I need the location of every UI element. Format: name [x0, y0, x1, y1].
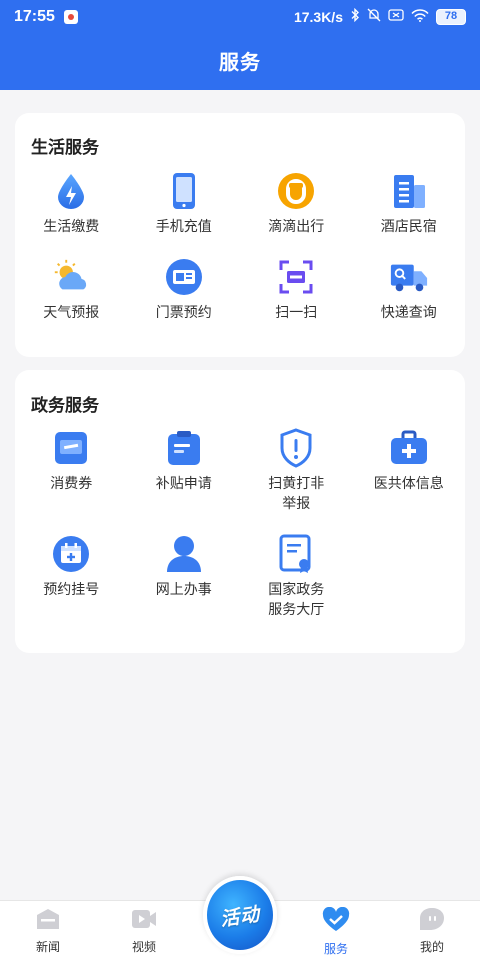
notification-app-icon [64, 10, 78, 24]
tab-label: 我的 [419, 940, 444, 954]
bluetooth-icon [350, 7, 360, 25]
delivery-truck-icon [389, 257, 429, 297]
service-label: 补贴申请 [155, 476, 212, 492]
service-coupon[interactable]: 消费券 [15, 428, 128, 534]
gov-services-grid: 消费券 补贴申请 扫黄打非 举报 医共体信息 预约挂号 网上办事 国家政务 服务… [15, 428, 465, 640]
medical-kit-icon [389, 428, 429, 468]
tab-label: 服务 [323, 942, 348, 956]
activity-center-button[interactable]: 活动 [203, 876, 277, 954]
service-label: 扫一扫 [275, 305, 318, 321]
header-bar: 17:55 17.3K/s 78 服务 [0, 0, 480, 90]
video-icon [131, 907, 157, 935]
water-drop-bolt-icon [51, 171, 91, 211]
service-label: 预约挂号 [43, 582, 100, 598]
status-time: 17:55 [14, 8, 55, 25]
network-speed: 17.3K/s [293, 8, 343, 25]
page-title: 服务 [219, 50, 261, 74]
news-icon [35, 907, 61, 935]
service-label: 手机充值 [155, 219, 212, 235]
tab-video[interactable]: 视频 [112, 907, 176, 955]
scan-icon [276, 257, 316, 297]
status-bar: 17:55 17.3K/s 78 [0, 0, 480, 34]
service-ticket[interactable]: 门票预约 [128, 257, 241, 343]
section-title-life: 生活服务 [31, 138, 99, 158]
service-life-payment[interactable]: 生活缴费 [15, 171, 128, 257]
service-weather[interactable]: 天气预报 [15, 257, 128, 343]
service-phone-recharge[interactable]: 手机充值 [128, 171, 241, 257]
wifi-icon [411, 8, 429, 25]
sim-off-icon [388, 9, 404, 24]
label-line: 服务大厅 [268, 602, 325, 618]
service-label: 医共体信息 [373, 476, 444, 492]
label-line: 国家政务 [268, 582, 325, 598]
service-label: 扫黄打非 举报 [256, 474, 336, 514]
service-hotel[interactable]: 酒店民宿 [353, 171, 466, 257]
shield-alert-icon [276, 428, 316, 468]
coupon-icon [51, 428, 91, 468]
service-label: 酒店民宿 [380, 219, 437, 235]
profile-icon [419, 907, 445, 935]
service-label: 网上办事 [155, 582, 212, 598]
service-report[interactable]: 扫黄打非 举报 [240, 428, 353, 534]
service-label: 天气预报 [43, 305, 100, 321]
service-online-affairs[interactable]: 网上办事 [128, 534, 241, 640]
service-label: 消费券 [50, 476, 93, 492]
weather-icon [51, 257, 91, 297]
clipboard-icon [164, 428, 204, 468]
service-label: 快递查询 [380, 305, 437, 321]
tab-mine[interactable]: 我的 [400, 907, 464, 955]
calendar-plus-icon [51, 534, 91, 574]
label-line: 扫黄打非 [268, 476, 325, 492]
hotel-building-icon [389, 171, 429, 211]
heart-check-icon [322, 906, 350, 937]
phone-icon [164, 171, 204, 211]
tab-services[interactable]: 服务 [304, 906, 368, 957]
service-scan[interactable]: 扫一扫 [240, 257, 353, 343]
service-subsidy[interactable]: 补贴申请 [128, 428, 241, 534]
section-title-gov: 政务服务 [31, 396, 99, 416]
ticket-icon [164, 257, 204, 297]
user-icon [164, 534, 204, 574]
didi-icon [276, 171, 316, 211]
mute-bell-icon [367, 8, 381, 25]
life-services-card: 生活服务 生活缴费 手机充值 滴滴出行 酒店民宿 天气预报 门票预约 扫一扫 快… [15, 113, 465, 357]
battery-indicator: 78 [436, 8, 466, 25]
tab-news[interactable]: 新闻 [16, 907, 80, 955]
service-medical[interactable]: 医共体信息 [353, 428, 466, 534]
life-services-grid: 生活缴费 手机充值 滴滴出行 酒店民宿 天气预报 门票预约 扫一扫 快递查询 [15, 171, 465, 343]
service-didi[interactable]: 滴滴出行 [240, 171, 353, 257]
tab-label: 新闻 [35, 940, 60, 954]
service-express[interactable]: 快递查询 [353, 257, 466, 343]
service-appointment[interactable]: 预约挂号 [15, 534, 128, 640]
activity-button-label: 活动 [218, 902, 262, 931]
label-line: 举报 [282, 496, 311, 512]
tab-label: 视频 [131, 940, 156, 954]
certificate-icon [276, 534, 316, 574]
service-national-gov-hall[interactable]: 国家政务 服务大厅 [240, 534, 353, 640]
service-label: 生活缴费 [43, 219, 100, 235]
service-label: 滴滴出行 [268, 219, 325, 235]
service-label: 门票预约 [155, 305, 212, 321]
gov-services-card: 政务服务 消费券 补贴申请 扫黄打非 举报 医共体信息 预约挂号 网上办事 国家… [15, 370, 465, 653]
service-label: 国家政务 服务大厅 [256, 580, 336, 620]
status-indicators: 17.3K/s 78 [293, 7, 466, 25]
